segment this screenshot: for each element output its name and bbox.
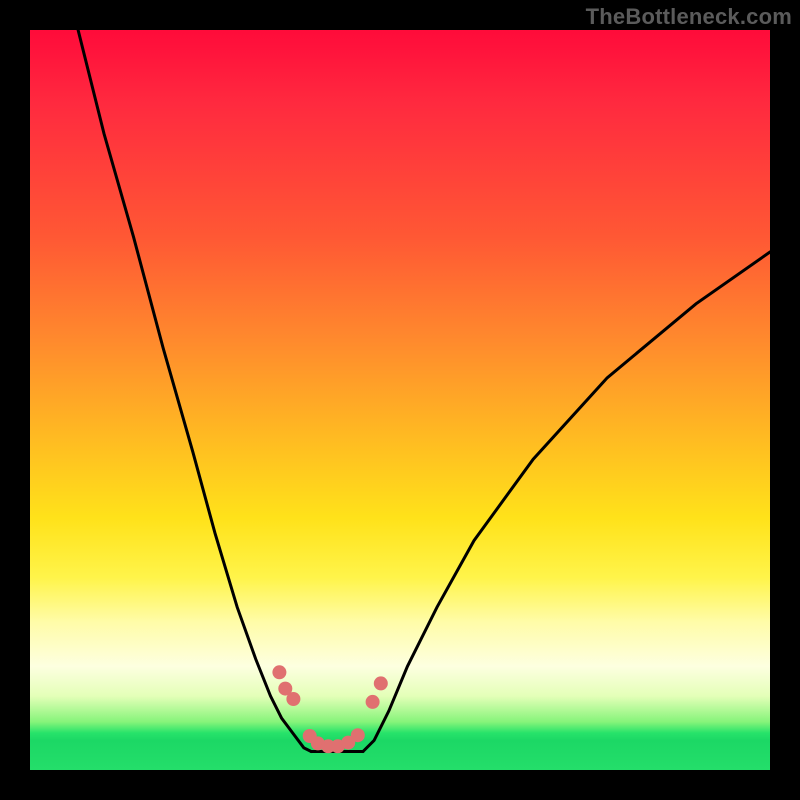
chart-frame: TheBottleneck.com xyxy=(0,0,800,800)
plot-outer xyxy=(30,30,770,770)
plot-area xyxy=(30,30,770,770)
background-gradient xyxy=(30,30,770,770)
watermark-label: TheBottleneck.com xyxy=(586,4,792,30)
